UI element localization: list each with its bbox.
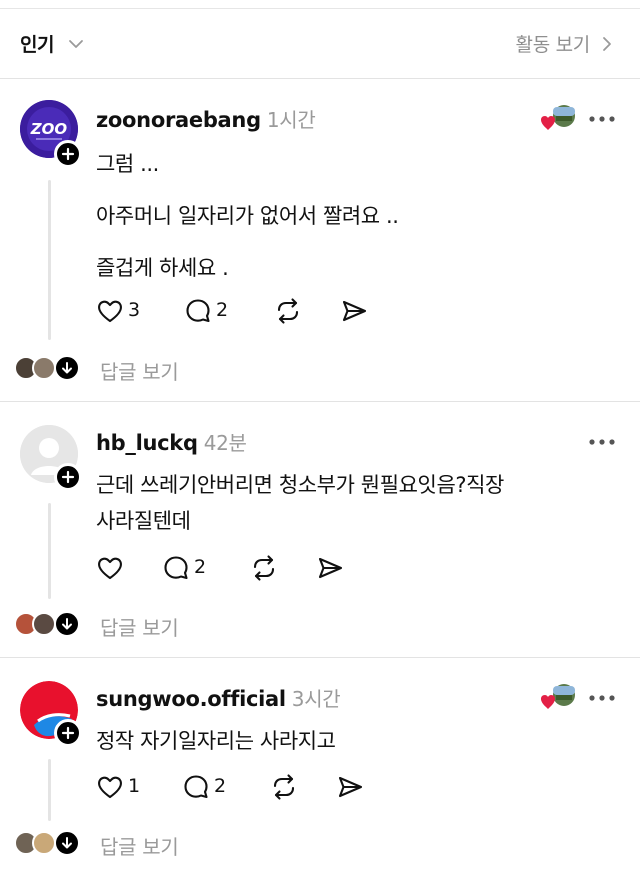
expand-replies-button[interactable] bbox=[54, 355, 80, 381]
comment-bubble-icon bbox=[184, 775, 208, 799]
share-button[interactable] bbox=[316, 554, 346, 584]
send-arrow-icon bbox=[342, 300, 367, 322]
reply-count: 2 bbox=[194, 556, 207, 578]
arrow-down-icon bbox=[62, 618, 72, 630]
plus-icon bbox=[61, 470, 75, 484]
action-bar: 1 2 bbox=[96, 773, 396, 803]
reply-button[interactable]: 2 bbox=[184, 297, 244, 327]
username-text[interactable]: hb_luckq bbox=[96, 431, 198, 455]
heart-outline-icon bbox=[98, 300, 122, 323]
comment-text-line: 정작 자기일자리는 사라지고 bbox=[96, 729, 336, 753]
expand-replies-button[interactable] bbox=[54, 611, 80, 637]
like-count: 1 bbox=[128, 775, 141, 797]
reply-avatar bbox=[32, 831, 56, 855]
reply-avatar bbox=[32, 612, 56, 636]
repost-button[interactable] bbox=[270, 773, 300, 803]
share-button[interactable] bbox=[340, 297, 370, 327]
heart-outline-icon bbox=[98, 776, 122, 799]
timestamp: 3시간 bbox=[291, 687, 341, 711]
more-horizontal-icon[interactable] bbox=[588, 693, 616, 703]
repost-button[interactable] bbox=[250, 554, 280, 584]
comment-text-line: 즐겁게 하세요 . bbox=[96, 256, 229, 280]
like-button[interactable] bbox=[96, 554, 126, 584]
reply-count: 2 bbox=[216, 299, 229, 321]
replies-preview[interactable]: 답글 보기 bbox=[14, 354, 314, 384]
chevron-right-icon[interactable] bbox=[598, 34, 616, 54]
reaction-heart-icon[interactable] bbox=[538, 104, 578, 132]
sort-dropdown-label[interactable]: 인기 bbox=[20, 30, 54, 57]
username[interactable]: hb_luckq 42분 bbox=[96, 427, 247, 456]
reply-count: 2 bbox=[214, 775, 227, 797]
timestamp: 1시간 bbox=[266, 108, 316, 132]
filter-bar: 인기 활동 보기 bbox=[0, 20, 640, 68]
repost-arrows-icon bbox=[277, 298, 299, 324]
reaction-heart-icon[interactable] bbox=[538, 683, 578, 711]
reply-button[interactable]: 2 bbox=[162, 554, 222, 584]
follow-button[interactable] bbox=[54, 719, 82, 747]
action-bar: 2 bbox=[96, 554, 396, 584]
view-activity-link[interactable]: 활동 보기 bbox=[516, 30, 591, 57]
heart-outline-icon bbox=[98, 557, 122, 580]
replies-preview[interactable]: 답글 보기 bbox=[14, 829, 314, 859]
arrow-down-icon bbox=[62, 362, 72, 374]
view-replies-link[interactable]: 답글 보기 bbox=[100, 831, 179, 860]
more-horizontal-icon[interactable] bbox=[588, 114, 616, 124]
more-horizontal-icon[interactable] bbox=[588, 437, 616, 447]
reply-avatar bbox=[32, 356, 56, 380]
username-text[interactable]: sungwoo.official bbox=[96, 687, 286, 711]
comment-post: hb_luckq 42분 근데 쓰레기안버리면 청소부가 뭔필요잇음?직장 사라질… bbox=[0, 401, 640, 657]
send-arrow-icon bbox=[318, 557, 343, 579]
username[interactable]: zoonoraebang 1시간 bbox=[96, 104, 316, 133]
timestamp: 42분 bbox=[203, 431, 247, 455]
expand-replies-button[interactable] bbox=[54, 830, 80, 856]
like-button[interactable]: 3 bbox=[96, 297, 156, 327]
thread-line bbox=[48, 180, 51, 340]
username[interactable]: sungwoo.official 3시간 bbox=[96, 683, 341, 712]
avatar-text: ZOO bbox=[30, 120, 68, 138]
thread-line bbox=[48, 503, 51, 599]
comment-bubble-icon bbox=[164, 556, 188, 580]
follow-button[interactable] bbox=[54, 463, 82, 491]
follow-button[interactable] bbox=[54, 140, 82, 168]
comment-bubble-icon bbox=[186, 299, 210, 323]
share-button[interactable] bbox=[336, 773, 366, 803]
top-divider bbox=[0, 8, 640, 9]
comment-text-line: 그럼 ... bbox=[96, 152, 159, 176]
like-button[interactable]: 1 bbox=[96, 773, 156, 803]
view-replies-link[interactable]: 답글 보기 bbox=[100, 612, 179, 641]
repost-button[interactable] bbox=[274, 297, 304, 327]
arrow-down-icon bbox=[62, 837, 72, 849]
repost-arrows-icon bbox=[253, 555, 275, 581]
action-bar: 3 2 bbox=[96, 297, 396, 327]
comment-text-line: 근데 쓰레기안버리면 청소부가 뭔필요잇음?직장 bbox=[96, 473, 504, 497]
plus-icon bbox=[61, 726, 75, 740]
reply-button[interactable]: 2 bbox=[182, 773, 242, 803]
like-count: 3 bbox=[128, 299, 141, 321]
repost-arrows-icon bbox=[273, 774, 295, 800]
chevron-down-icon[interactable] bbox=[66, 34, 86, 54]
send-arrow-icon bbox=[338, 776, 363, 798]
comment-text-line: 아주머니 일자리가 없어서 짤려요 .. bbox=[96, 204, 399, 228]
username-text[interactable]: zoonoraebang bbox=[96, 108, 261, 132]
replies-preview[interactable]: 답글 보기 bbox=[14, 610, 314, 640]
view-replies-link[interactable]: 답글 보기 bbox=[100, 356, 179, 385]
comment-post: ZOO zoonoraebang 1시간 그럼 ... 아주머니 일자리가 없어서… bbox=[0, 78, 640, 400]
comment-text-line: 사라질텐데 bbox=[96, 509, 191, 533]
plus-icon bbox=[61, 147, 75, 161]
comment-post: sungwoo.official3시간 정작 자기일자리는 사라지고 1 2 bbox=[0, 657, 640, 886]
thread-line bbox=[48, 759, 51, 821]
